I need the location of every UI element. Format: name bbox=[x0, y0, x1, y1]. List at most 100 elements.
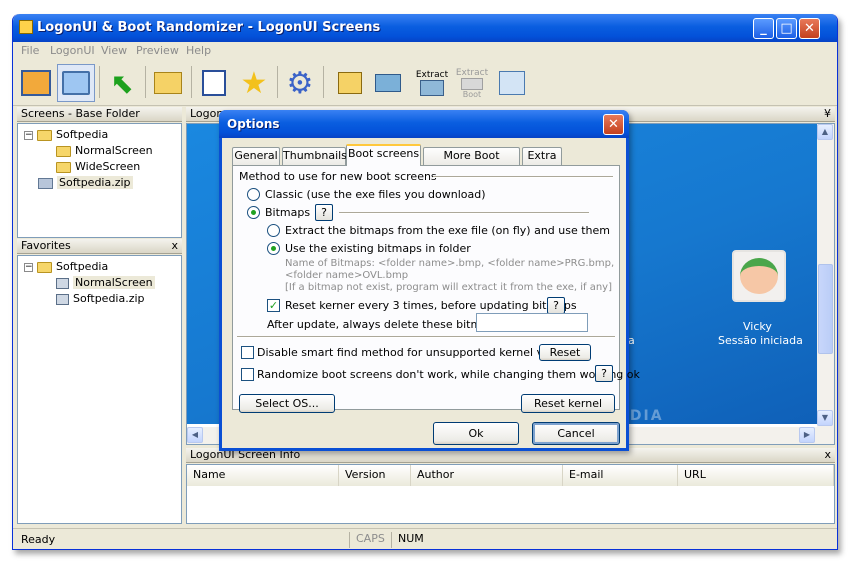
extract-bitmaps-label[interactable]: Extract the bitmaps from the exe file (o… bbox=[285, 224, 610, 237]
calendar-button[interactable] bbox=[331, 64, 369, 102]
randomize-label[interactable]: Randomize boot screens don't work, while… bbox=[257, 368, 640, 381]
options-dialog: Options ✕ General Thumbnails Boot screen… bbox=[219, 110, 640, 451]
tree-node-softpedia[interactable]: − Softpedia bbox=[24, 128, 108, 141]
bitmaps-radio[interactable] bbox=[247, 206, 260, 219]
images-button[interactable] bbox=[369, 64, 407, 102]
tree-node-normalscreen[interactable]: NormalScreen bbox=[56, 144, 153, 157]
menu-help[interactable]: Help bbox=[186, 44, 211, 57]
open-folder-button[interactable] bbox=[149, 64, 187, 102]
bitmaps-label[interactable]: Bitmaps bbox=[265, 206, 310, 219]
apply-button[interactable]: ⬉ bbox=[103, 64, 141, 102]
monitor-icon bbox=[62, 71, 90, 95]
tab-extra[interactable]: Extra bbox=[522, 147, 562, 165]
tree-node-softpedia-zip[interactable]: Softpedia.zip bbox=[38, 176, 133, 189]
extract-bitmaps-radio[interactable] bbox=[267, 224, 280, 237]
boot-screens-tab-pane: Method to use for new boot screens Class… bbox=[232, 165, 640, 413]
favorite-button[interactable]: ★ bbox=[235, 64, 273, 102]
reset-kernel-help-button[interactable]: ? bbox=[547, 297, 565, 314]
cancel-button[interactable]: Cancel bbox=[532, 422, 620, 445]
dialog-close-button[interactable]: ✕ bbox=[603, 114, 624, 135]
reset-kernel-button[interactable]: Reset kernel bbox=[521, 394, 615, 413]
bitmap-missing-note: [If a bitmap not exist, program will ext… bbox=[285, 282, 613, 293]
tab-general[interactable]: General bbox=[232, 147, 280, 165]
screens-tree[interactable]: − Softpedia NormalScreen WideScreen Softp… bbox=[17, 123, 182, 238]
logon-screen-icon bbox=[21, 70, 51, 96]
vertical-scrollbar[interactable]: ▲ ▼ bbox=[817, 124, 834, 444]
menu-view[interactable]: View bbox=[101, 44, 127, 57]
green-arrow-icon: ⬉ bbox=[110, 66, 134, 100]
scroll-left-button[interactable]: ◀ bbox=[187, 427, 203, 443]
column-email[interactable]: E-mail bbox=[563, 465, 678, 486]
randomize-checkbox[interactable] bbox=[241, 368, 254, 381]
menu-preview[interactable]: Preview bbox=[136, 44, 179, 57]
preview-pin-button[interactable]: ¥ bbox=[824, 107, 831, 121]
tree-node-widescreen[interactable]: WideScreen bbox=[56, 160, 140, 173]
column-version[interactable]: Version bbox=[339, 465, 411, 486]
classic-label[interactable]: Classic (use the exe files you download) bbox=[265, 188, 486, 201]
column-url[interactable]: URL bbox=[678, 465, 834, 486]
extract-button[interactable]: Extract bbox=[413, 64, 451, 102]
column-author[interactable]: Author bbox=[411, 465, 563, 486]
vertical-scroll-thumb[interactable] bbox=[818, 264, 833, 354]
tab-more-boot-screens[interactable]: More Boot screens bbox=[423, 147, 520, 178]
network-button[interactable] bbox=[493, 64, 531, 102]
calendar-icon bbox=[338, 72, 362, 94]
scroll-up-button[interactable]: ▲ bbox=[817, 124, 833, 140]
options-button[interactable]: ⚙ bbox=[281, 64, 319, 102]
disable-smart-find-label[interactable]: Disable smart find method for unsupporte… bbox=[257, 346, 583, 359]
reset-kernel-checkbox[interactable]: ✓ bbox=[267, 299, 280, 312]
column-name[interactable]: Name bbox=[187, 465, 339, 486]
logon-screens-button[interactable] bbox=[17, 64, 55, 102]
dialog-title: Options bbox=[227, 117, 280, 131]
group-title: Method to use for new boot screens bbox=[239, 170, 437, 183]
monitor-icon bbox=[56, 293, 69, 305]
select-os-button[interactable]: Select OS... bbox=[239, 394, 335, 413]
scroll-right-button[interactable]: ▶ bbox=[799, 427, 815, 443]
extract-boot-sublabel: Boot bbox=[462, 89, 482, 99]
tab-boot-screens[interactable]: Boot screens bbox=[346, 144, 421, 166]
folder-icon bbox=[56, 161, 71, 173]
fav-node-softpedia-zip[interactable]: Softpedia.zip bbox=[56, 292, 145, 305]
caps-indicator: CAPS bbox=[349, 532, 387, 548]
bitmaps-help-button[interactable]: ? bbox=[315, 204, 333, 221]
gear-icon: ⚙ bbox=[286, 65, 314, 101]
folder-icon bbox=[37, 129, 52, 141]
maximize-button[interactable]: □ bbox=[776, 18, 797, 39]
existing-bitmaps-label[interactable]: Use the existing bitmaps in folder bbox=[285, 242, 471, 255]
disable-smart-find-checkbox[interactable] bbox=[241, 346, 254, 359]
menu-file[interactable]: File bbox=[21, 44, 39, 57]
delete-bitmaps-input[interactable] bbox=[476, 313, 588, 332]
reset-kernel-label[interactable]: Reset kerner every 3 times, before updat… bbox=[285, 299, 577, 312]
info-list[interactable]: Name Version Author E-mail URL bbox=[186, 464, 835, 524]
randomize-help-button[interactable]: ? bbox=[595, 365, 613, 382]
favorites-tree[interactable]: − Softpedia NormalScreen Softpedia.zip bbox=[17, 255, 182, 524]
extract-boot-button[interactable]: Extract Boot bbox=[453, 64, 491, 102]
classic-radio[interactable] bbox=[247, 188, 260, 201]
minimize-button[interactable]: _ bbox=[753, 18, 774, 39]
reset-button[interactable]: Reset bbox=[539, 344, 591, 361]
window-title: LogonUI & Boot Randomizer - LogonUI Scre… bbox=[37, 20, 381, 35]
monitor-button[interactable] bbox=[57, 64, 95, 102]
menu-logonui[interactable]: LogonUI bbox=[50, 44, 95, 57]
existing-bitmaps-radio[interactable] bbox=[267, 242, 280, 255]
status-text: Ready bbox=[21, 533, 56, 546]
fav-node-normalscreen[interactable]: NormalScreen bbox=[56, 276, 155, 289]
fav-node-softpedia[interactable]: − Softpedia bbox=[24, 260, 108, 273]
title-bar[interactable]: LogonUI & Boot Randomizer - LogonUI Scre… bbox=[13, 14, 837, 42]
tab-thumbnails[interactable]: Thumbnails bbox=[282, 147, 347, 165]
folder-icon bbox=[37, 261, 52, 273]
network-icon bbox=[499, 71, 525, 95]
collapse-icon[interactable]: − bbox=[24, 262, 33, 272]
menu-bar: File LogonUI View Preview Help bbox=[13, 42, 837, 60]
close-button[interactable]: ✕ bbox=[799, 18, 820, 39]
scroll-down-button[interactable]: ▼ bbox=[817, 410, 833, 426]
user-status: Sessão iniciada bbox=[718, 334, 803, 347]
collapse-icon[interactable]: − bbox=[24, 130, 33, 140]
favorites-close-button[interactable]: x bbox=[171, 239, 178, 253]
dialog-title-bar[interactable]: Options ✕ bbox=[219, 110, 629, 138]
ok-button[interactable]: Ok bbox=[433, 422, 519, 445]
info-close-button[interactable]: x bbox=[824, 448, 831, 462]
edit-button[interactable] bbox=[195, 64, 233, 102]
folder-icon bbox=[56, 145, 71, 157]
bitmap-names-note-2: <folder name>OVL.bmp bbox=[285, 270, 409, 281]
